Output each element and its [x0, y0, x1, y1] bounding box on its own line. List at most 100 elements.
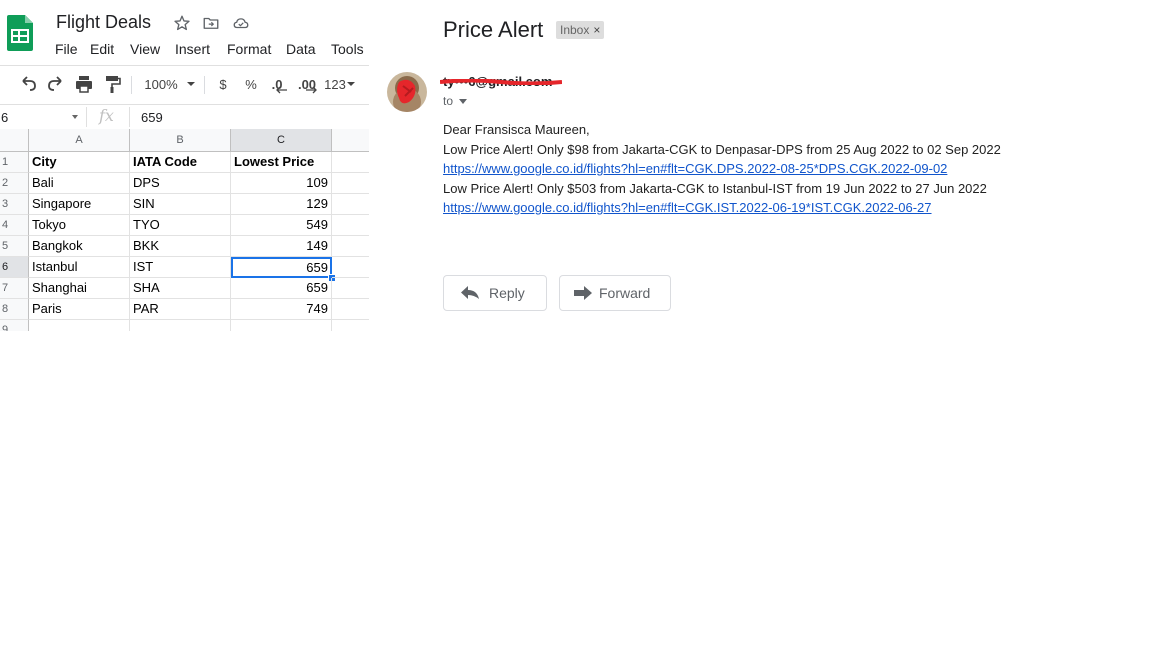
- row-header[interactable]: 9: [0, 320, 29, 331]
- cell-lowest-price[interactable]: 549: [231, 215, 332, 236]
- reply-label: Reply: [489, 285, 525, 301]
- cell-lowest-price[interactable]: 109: [231, 173, 332, 194]
- row-header[interactable]: 8: [0, 299, 29, 320]
- cell-lowest-price[interactable]: 659: [231, 278, 332, 299]
- more-formats-dropdown-icon[interactable]: [346, 74, 356, 94]
- toolbar-separator: [204, 76, 205, 94]
- formula-input[interactable]: 659: [141, 110, 163, 125]
- flight-link[interactable]: https://www.google.co.id/flights?hl=en#f…: [443, 161, 947, 176]
- row-header[interactable]: 2: [0, 173, 29, 194]
- forward-icon: [574, 286, 592, 300]
- cell-empty[interactable]: [332, 278, 369, 299]
- menu-edit[interactable]: Edit: [90, 41, 114, 57]
- cell-lowest-price[interactable]: 749: [231, 299, 332, 320]
- row-header[interactable]: 5: [0, 236, 29, 257]
- cell-iata-code[interactable]: BKK: [130, 236, 231, 257]
- row-header[interactable]: 1: [0, 152, 29, 173]
- print-icon[interactable]: [74, 74, 94, 94]
- cloud-status-icon[interactable]: [232, 14, 250, 32]
- cell-empty[interactable]: [332, 173, 369, 194]
- cell-empty[interactable]: [332, 152, 369, 173]
- menu-tools[interactable]: Tools: [331, 41, 364, 57]
- recipient-line[interactable]: to: [443, 94, 468, 108]
- forward-button[interactable]: Forward: [559, 275, 671, 311]
- forward-label: Forward: [599, 285, 651, 301]
- menu-file[interactable]: File: [55, 41, 78, 57]
- spreadsheet-grid: A B C 1 City IATA Code Lowest Price 2 Bali DPS…: [0, 129, 369, 331]
- cell-empty[interactable]: [332, 236, 369, 257]
- cell-iata-code[interactable]: SHA: [130, 278, 231, 299]
- toolbar-separator: [131, 76, 132, 94]
- header-cell-city[interactable]: City: [29, 152, 130, 173]
- row-header[interactable]: 6: [0, 257, 29, 278]
- price-alert-text: Low Price Alert! Only $503 from Jakarta-…: [443, 181, 987, 196]
- cell-city[interactable]: Shanghai: [29, 278, 130, 299]
- column-header-c[interactable]: C: [231, 129, 332, 152]
- formula-separator: [86, 107, 87, 127]
- document-title[interactable]: Flight Deals: [56, 12, 151, 33]
- header-cell-iata-code[interactable]: IATA Code: [130, 152, 231, 173]
- cell-iata-code[interactable]: [130, 320, 231, 331]
- star-icon[interactable]: [173, 14, 191, 32]
- formula-bar: 6 fx 659: [0, 104, 369, 130]
- column-header-a[interactable]: A: [29, 129, 130, 152]
- cell-lowest-price[interactable]: 659: [231, 257, 332, 278]
- cell-lowest-price[interactable]: 129: [231, 194, 332, 215]
- cell-iata-code[interactable]: DPS: [130, 173, 231, 194]
- currency-format-button[interactable]: $: [216, 74, 230, 94]
- fx-icon: fx: [99, 106, 114, 125]
- menu-data[interactable]: Data: [286, 41, 316, 57]
- paint-format-icon[interactable]: [102, 74, 122, 94]
- column-header-b[interactable]: B: [130, 129, 231, 152]
- recipient-label: to: [443, 94, 454, 108]
- redo-icon[interactable]: [46, 74, 66, 94]
- remove-label-icon[interactable]: ×: [593, 23, 600, 37]
- row-header[interactable]: 7: [0, 278, 29, 299]
- email-greeting: Dear Fransisca Maureen,: [443, 122, 590, 137]
- price-alert-text: Low Price Alert! Only $98 from Jakarta-C…: [443, 142, 1001, 157]
- undo-icon[interactable]: [18, 74, 38, 94]
- cell-empty[interactable]: [332, 257, 369, 278]
- row-header[interactable]: 3: [0, 194, 29, 215]
- recipient-details-dropdown-icon[interactable]: [459, 99, 468, 105]
- cell-lowest-price[interactable]: [231, 320, 332, 331]
- cell-iata-code[interactable]: IST: [130, 257, 231, 278]
- cell-city[interactable]: Paris: [29, 299, 130, 320]
- cell-city[interactable]: Bali: [29, 173, 130, 194]
- cell-iata-code[interactable]: SIN: [130, 194, 231, 215]
- zoom-dropdown-icon[interactable]: [186, 74, 196, 94]
- select-all-corner[interactable]: [0, 129, 29, 152]
- cell-city[interactable]: Tokyo: [29, 215, 130, 236]
- cell-empty[interactable]: [332, 320, 369, 331]
- move-to-folder-icon[interactable]: [202, 14, 220, 32]
- menu-insert[interactable]: Insert: [175, 41, 210, 57]
- column-header-d[interactable]: [332, 129, 369, 152]
- redaction-mark: [440, 79, 562, 85]
- inbox-label-badge: Inbox ×: [556, 21, 605, 39]
- decrease-arrow-icon: [276, 86, 287, 94]
- cell-city[interactable]: Bangkok: [29, 236, 130, 257]
- name-box-dropdown-icon[interactable]: [72, 115, 78, 119]
- more-formats-button[interactable]: 123: [324, 74, 346, 94]
- sheets-logo-icon[interactable]: [7, 15, 33, 51]
- menu-view[interactable]: View: [130, 41, 160, 57]
- cell-city[interactable]: [29, 320, 130, 331]
- sender-avatar[interactable]: [387, 72, 427, 112]
- cell-city[interactable]: Singapore: [29, 194, 130, 215]
- cell-city[interactable]: Istanbul: [29, 257, 130, 278]
- header-cell-lowest-price[interactable]: Lowest Price: [231, 152, 332, 173]
- flight-link[interactable]: https://www.google.co.id/flights?hl=en#f…: [443, 200, 932, 215]
- cell-lowest-price[interactable]: 149: [231, 236, 332, 257]
- increase-arrow-icon: [306, 86, 317, 94]
- cell-iata-code[interactable]: TYO: [130, 215, 231, 236]
- name-box[interactable]: 6: [0, 105, 84, 129]
- cell-iata-code[interactable]: PAR: [130, 299, 231, 320]
- zoom-select[interactable]: 100%: [144, 74, 177, 94]
- cell-empty[interactable]: [332, 194, 369, 215]
- cell-empty[interactable]: [332, 215, 369, 236]
- percent-format-button[interactable]: %: [244, 74, 258, 94]
- row-header[interactable]: 4: [0, 215, 29, 236]
- cell-empty[interactable]: [332, 299, 369, 320]
- reply-button[interactable]: Reply: [443, 275, 547, 311]
- menu-format[interactable]: Format: [227, 41, 271, 57]
